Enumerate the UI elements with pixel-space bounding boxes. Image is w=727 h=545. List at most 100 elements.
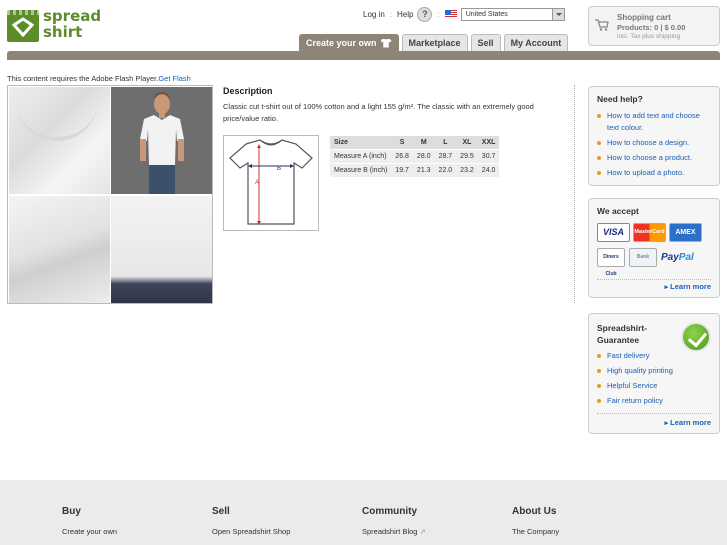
paypal-text-b: Pal	[678, 252, 694, 263]
guarantee-title: Spreadshirt-Guarantee	[597, 323, 648, 345]
separator: :	[437, 9, 440, 19]
tab-marketplace[interactable]: Marketplace	[401, 34, 468, 51]
footer-link[interactable]: Spreadshirt Blog ↗	[362, 527, 426, 536]
paypal-text-a: Pay	[661, 252, 679, 263]
table-cell: 23.2	[456, 162, 478, 177]
size-header-cell: Size	[330, 136, 392, 149]
footer: Buy Create your own Sell Open Spreadshir…	[0, 477, 727, 545]
country-select[interactable]: United States	[460, 7, 565, 21]
logo-icon	[7, 10, 39, 42]
learn-more-link[interactable]: Learn more	[665, 282, 711, 291]
footer-col-sell: Sell Open Spreadshirt Shop	[212, 506, 290, 536]
cart-tax-note: incl. Tax plus shipping	[617, 33, 681, 40]
bank-transfer-icon: Bank	[629, 248, 657, 267]
product-gallery	[7, 85, 213, 304]
cart-title: Shopping cart	[617, 13, 671, 22]
footer-col-title: Buy	[62, 506, 81, 517]
table-cell: 28.7	[434, 148, 457, 163]
tab-label: Create your own	[306, 37, 377, 48]
table-cell: 19.7	[391, 162, 413, 177]
visa-icon: VISA	[597, 223, 630, 242]
footer-col-community: Community Spreadshirt Blog ↗	[362, 506, 426, 536]
footer-col-buy: Buy Create your own	[62, 506, 117, 536]
external-link-icon: ↗	[419, 527, 426, 536]
chevron-down-icon	[551, 8, 564, 20]
table-row: Measure B (inch) 19.7 21.3 22.0 23.2 24.…	[330, 162, 500, 177]
product-image-model[interactable]	[111, 87, 212, 194]
diagram-label-a: A	[255, 180, 259, 186]
tab-create-your-own[interactable]: Create your own	[299, 34, 399, 51]
get-flash-link[interactable]: Get Flash	[158, 74, 191, 83]
help-link-choose-design[interactable]: How to choose a design.	[597, 137, 711, 149]
product-image-sleeve[interactable]	[9, 196, 110, 303]
table-cell: 28.0	[412, 148, 435, 163]
table-cell: 21.3	[412, 162, 435, 177]
cart-products: Products: 0 | $ 0.00	[617, 23, 686, 32]
us-flag-icon	[444, 10, 457, 18]
help-link[interactable]: Help	[397, 10, 413, 19]
table-cell: 24.0	[477, 162, 500, 177]
cart-icon	[595, 19, 609, 31]
login-link[interactable]: Log in	[363, 10, 385, 19]
table-cell: 22.0	[434, 162, 457, 177]
tshirt-measure-diagram: A B	[223, 135, 319, 231]
size-table: Size S M L XL XXL Measure A (inch) 26.8 …	[330, 136, 500, 177]
we-accept-title: We accept	[597, 206, 639, 216]
size-header-cell: XL	[456, 136, 478, 149]
divider	[597, 279, 711, 280]
product-image-collar[interactable]	[9, 87, 110, 194]
footer-col-about: About Us The Company	[512, 506, 559, 536]
footer-link[interactable]: Open Spreadshirt Shop	[212, 527, 290, 536]
logo-text-line2: shirt	[43, 23, 83, 41]
guarantee-item-returns[interactable]: Fair return policy	[597, 395, 673, 407]
need-help-title: Need help?	[597, 94, 643, 104]
learn-more-link[interactable]: Learn more	[665, 418, 711, 427]
checkmark-icon	[681, 322, 711, 352]
paypal-icon: PayPal	[661, 248, 694, 267]
size-header-cell: S	[391, 136, 413, 149]
help-link-upload-photo[interactable]: How to upload a photo.	[597, 167, 711, 179]
diners-club-icon: Diners Club	[597, 248, 625, 277]
top-links: Log in : Help ? : United States	[363, 6, 565, 22]
footer-link[interactable]: Create your own	[62, 527, 117, 536]
tab-sell[interactable]: Sell	[470, 34, 501, 51]
table-cell: 30.7	[477, 148, 500, 163]
footer-link[interactable]: The Company	[512, 527, 559, 536]
separator: :	[389, 9, 393, 19]
footer-col-title: Sell	[212, 506, 230, 517]
we-accept-box: We accept VISA MasterCard AMEX Diners Cl…	[588, 198, 720, 298]
description-text: Classic cut t-shirt out of 100% cotton a…	[223, 102, 534, 123]
column-divider	[574, 85, 575, 303]
diagram-label-b: B	[277, 166, 281, 172]
nav-bar	[7, 51, 720, 60]
table-row: Measure A (inch) 26.8 28.0 28.7 29.5 30.…	[330, 148, 500, 163]
help-link-add-text[interactable]: How to add text and choose text colour.	[597, 110, 711, 134]
size-header-cell: L	[434, 136, 457, 149]
amex-icon: AMEX	[669, 223, 702, 242]
footer-zigzag	[0, 477, 727, 483]
size-header-cell: M	[412, 136, 435, 149]
country-select-value: United States	[465, 10, 508, 18]
table-cell: Measure B (inch)	[330, 162, 392, 177]
table-cell: 29.5	[456, 148, 478, 163]
tab-my-account[interactable]: My Account	[503, 34, 569, 51]
need-help-box: Need help? How to add text and choose te…	[588, 86, 720, 186]
guarantee-item-printing[interactable]: High quality printing	[597, 365, 673, 377]
guarantee-item-delivery[interactable]: Fast delivery	[597, 350, 673, 362]
logo-text-line1: spread	[43, 7, 102, 25]
help-icon[interactable]: ?	[417, 6, 433, 22]
footer-link-label: Spreadshirt Blog	[362, 527, 418, 536]
description-title: Description	[223, 86, 273, 96]
size-header-cell: XXL	[477, 136, 500, 149]
guarantee-box: Spreadshirt-Guarantee Fast delivery High…	[588, 313, 720, 434]
spreadshirt-logo[interactable]: spread shirt	[7, 8, 101, 44]
main-nav: Create your own Marketplace Sell My Acco…	[299, 34, 569, 51]
product-image-hem[interactable]	[111, 196, 212, 303]
guarantee-item-service[interactable]: Helpful Service	[597, 380, 673, 392]
footer-col-title: Community	[362, 506, 417, 517]
size-table-header: Size S M L XL XXL	[330, 136, 500, 149]
divider	[597, 413, 711, 414]
help-link-choose-product[interactable]: How to choose a product.	[597, 152, 711, 164]
footer-col-title: About Us	[512, 506, 557, 517]
shopping-cart[interactable]: Shopping cart Products: 0 | $ 0.00 incl.…	[588, 6, 720, 46]
